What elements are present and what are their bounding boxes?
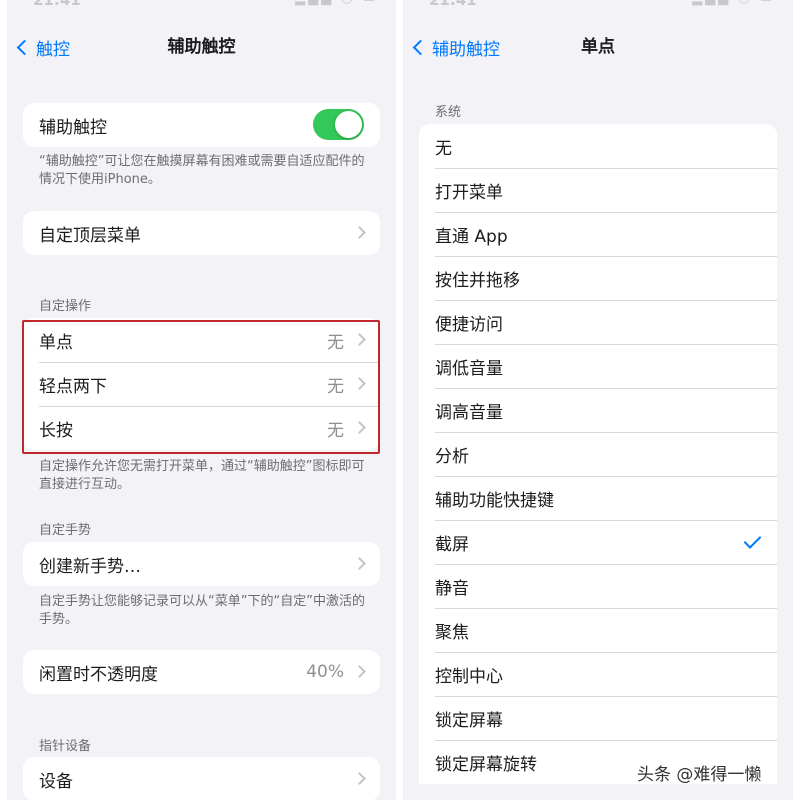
option-label: 聚焦 [435, 622, 469, 643]
option-row[interactable]: 辅助功能快捷键 [419, 476, 777, 520]
idle-opacity-row[interactable]: 闲置时不透明度 40% [23, 650, 380, 694]
option-row[interactable]: 控制中心 [419, 652, 777, 696]
chevron-right-icon [353, 226, 366, 239]
pointer-devices-header: 指针设备 [39, 739, 92, 754]
option-label: 便捷访问 [435, 314, 503, 335]
option-label: 静音 [435, 578, 469, 599]
option-row[interactable]: 聚焦 [419, 608, 777, 652]
option-row[interactable]: 调低音量 [419, 344, 777, 388]
option-row[interactable]: 锁定屏幕 [419, 696, 777, 740]
red-highlight-box [22, 320, 380, 454]
status-bar: 21:41 ▂▄▆ ◔ ▭ [403, 0, 793, 14]
status-bar: 21:41 ▂▄▆ ◔ ▭ [7, 0, 396, 14]
custom-gestures-header: 自定手势 [39, 523, 92, 538]
option-row[interactable]: 便捷访问 [419, 300, 777, 344]
pointer-devices-group: 设备 [23, 757, 380, 800]
option-label: 按住并拖移 [435, 270, 520, 291]
custom-gestures-footer: 自定手势让您能够记录可以从“菜单”下的“自定”中激活的手势。 [39, 594, 365, 627]
option-row[interactable]: 静音 [419, 564, 777, 608]
status-icons: ▂▄▆ ◔ ▭ [692, 0, 775, 6]
toggle-knob [335, 111, 362, 138]
devices-row[interactable]: 设备 [23, 757, 380, 800]
option-row[interactable]: 截屏 [419, 520, 777, 564]
idle-opacity-value: 40% [306, 662, 344, 682]
custom-actions-header: 自定操作 [39, 299, 92, 314]
option-label: 分析 [435, 446, 469, 467]
checkmark-icon [743, 531, 762, 549]
create-gesture-label: 创建新手势… [39, 556, 141, 577]
option-label: 调低音量 [435, 358, 503, 379]
chevron-right-icon [353, 772, 366, 785]
option-label: 打开菜单 [435, 182, 503, 203]
assistive-touch-label: 辅助触控 [39, 117, 107, 138]
chevron-right-icon [353, 665, 366, 678]
idle-opacity-label: 闲置时不透明度 [39, 664, 158, 685]
top-menu-group: 自定顶层菜单 [23, 211, 380, 255]
option-label: 辅助功能快捷键 [435, 490, 554, 511]
status-icons: ▂▄▆ ◔ ▭ [295, 0, 378, 6]
single-tap-options-screen: 21:41 ▂▄▆ ◔ ▭ 辅助触控 单点 系统 无打开菜单直通 App 按住并拖… [403, 0, 793, 800]
top-menu-row[interactable]: 自定顶层菜单 [23, 211, 380, 255]
system-options-list: 无打开菜单直通 App 按住并拖移便捷访问调低音量调高音量分析辅助功能快捷键 截屏静… [419, 124, 777, 784]
option-label: 锁定屏幕 [435, 710, 503, 731]
create-gesture-row[interactable]: 创建新手势… [23, 542, 380, 586]
option-row[interactable]: 无 [419, 124, 777, 168]
system-header: 系统 [435, 105, 462, 120]
option-row[interactable]: 直通 App [419, 212, 777, 256]
option-label: 控制中心 [435, 666, 503, 687]
assistive-touch-row: 辅助触控 [23, 103, 380, 147]
status-time: 21:41 [429, 0, 477, 9]
watermark: 头条 @难得一懒 [637, 765, 762, 785]
page-title: 单点 [581, 37, 615, 57]
option-label: 调高音量 [435, 402, 503, 423]
custom-gestures-group: 创建新手势… [23, 542, 380, 586]
chevron-right-icon [353, 557, 366, 570]
option-row[interactable]: 调高音量 [419, 388, 777, 432]
option-row[interactable]: 按住并拖移 [419, 256, 777, 300]
option-row[interactable]: 打开菜单 [419, 168, 777, 212]
assistive-touch-toggle[interactable] [313, 109, 364, 140]
assistive-touch-settings-screen: 21:41 ▂▄▆ ◔ ▭ 触控 辅助触控 辅助触控 “辅助触控”可让您在触摸屏… [7, 0, 396, 800]
option-label: 无 [435, 138, 452, 159]
navigation-bar: 辅助触控 单点 [403, 33, 793, 61]
navigation-bar: 触控 辅助触控 [7, 33, 396, 61]
idle-opacity-group: 闲置时不透明度 40% [23, 650, 380, 694]
option-label: 锁定屏幕旋转 [435, 754, 537, 775]
assistive-touch-group: 辅助触控 [23, 103, 380, 147]
option-label: 直通 App [435, 226, 508, 247]
custom-actions-footer: 自定操作允许您无需打开菜单，通过“辅助触控”图标即可直接进行互动。 [39, 459, 365, 492]
assistive-touch-footer: “辅助触控”可让您在触摸屏幕有困难或需要自适应配件的情况下使用iPhone。 [39, 154, 365, 187]
option-label: 截屏 [435, 534, 469, 555]
page-title: 辅助触控 [167, 37, 236, 57]
option-row[interactable]: 分析 [419, 432, 777, 476]
status-time: 21:41 [33, 0, 81, 9]
top-menu-label: 自定顶层菜单 [39, 225, 141, 246]
devices-label: 设备 [39, 771, 73, 792]
